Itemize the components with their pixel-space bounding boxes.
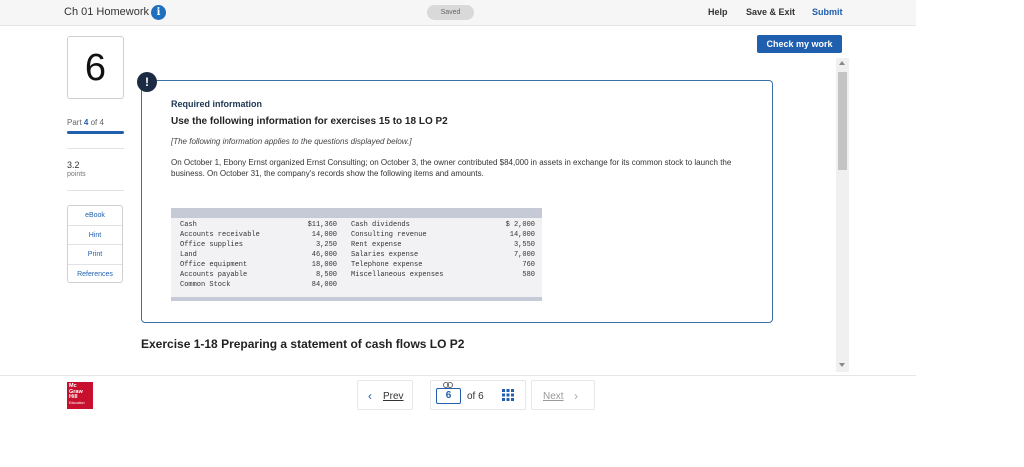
required-info-heading: Required information bbox=[171, 99, 263, 109]
next-label[interactable]: Next bbox=[543, 391, 564, 402]
table-cell: Telephone expense bbox=[351, 261, 423, 269]
table-cell: Land bbox=[180, 251, 197, 259]
table-cell: $ 2,000 bbox=[505, 221, 535, 229]
table-cell: 580 bbox=[522, 271, 535, 279]
table-row: Cash $11,360 Cash dividends $ 2,000 bbox=[171, 220, 542, 230]
sidebar-divider bbox=[67, 190, 124, 191]
check-my-work-button[interactable]: Check my work bbox=[757, 35, 842, 53]
part-progress-bar bbox=[67, 131, 124, 134]
table-cell: Miscellaneous expenses bbox=[351, 271, 444, 279]
part-prefix: Part bbox=[67, 118, 82, 127]
question-number: 6 bbox=[67, 36, 124, 99]
table-row: Office equipment 18,000 Telephone expense 7… bbox=[171, 260, 542, 270]
table-cell: 18,000 bbox=[311, 261, 337, 269]
table-cell: Rent expense bbox=[351, 241, 402, 249]
table-cell: Consulting revenue bbox=[351, 231, 427, 239]
points-label: points bbox=[67, 171, 86, 178]
table-cell: 14,000 bbox=[509, 231, 535, 239]
table-cell: 7,000 bbox=[513, 251, 535, 259]
table-cell: Common Stock bbox=[180, 281, 231, 289]
accounts-table: Cash $11,360 Cash dividends $ 2,000 Accounts… bbox=[171, 208, 542, 301]
table-cell: 14,000 bbox=[311, 231, 337, 239]
resources-panel: eBook Hint Print References bbox=[67, 205, 123, 283]
submit-link[interactable]: Submit bbox=[812, 7, 843, 17]
grid-icon[interactable] bbox=[502, 389, 514, 401]
assignment-title: Ch 01 Homework bbox=[64, 6, 149, 18]
mcgraw-hill-logo: Mc Graw Hill Education bbox=[67, 382, 93, 409]
applies-note: [The following information applies to th… bbox=[171, 137, 412, 146]
part-indicator: Part 4 of 4 bbox=[67, 118, 104, 127]
table-cell: Cash dividends bbox=[351, 221, 410, 229]
scrollbar-thumb[interactable] bbox=[838, 72, 847, 170]
saved-status-badge: Saved bbox=[427, 5, 474, 20]
table-cell: $11,360 bbox=[307, 221, 337, 229]
prev-label[interactable]: Prev bbox=[383, 391, 404, 402]
page-number-input[interactable]: 6 bbox=[436, 388, 461, 404]
chevron-left-icon: ‹ bbox=[368, 389, 372, 403]
logo-sub: Education bbox=[69, 400, 85, 405]
table-cell: Salaries expense bbox=[351, 251, 419, 259]
use-info-heading: Use the following information for exerci… bbox=[171, 116, 448, 127]
ebook-link[interactable]: eBook bbox=[68, 206, 122, 226]
table-cell: Office equipment bbox=[180, 261, 248, 269]
exercise-title: Exercise 1-18 Preparing a statement of c… bbox=[141, 337, 465, 351]
table-cell: Cash bbox=[180, 221, 197, 229]
table-footer-band bbox=[171, 297, 542, 301]
save-exit-link[interactable]: Save & Exit bbox=[746, 7, 795, 17]
hint-link[interactable]: Hint bbox=[68, 226, 122, 245]
table-row: Office supplies 3,250 Rent expense 3,550 bbox=[171, 240, 542, 250]
table-row: Land 46,000 Salaries expense 7,000 bbox=[171, 250, 542, 260]
table-header-band bbox=[171, 208, 542, 218]
part-suffix: of 4 bbox=[90, 118, 104, 127]
alert-icon: ! bbox=[137, 72, 157, 92]
table-cell: 8,500 bbox=[315, 271, 337, 279]
references-link[interactable]: References bbox=[68, 265, 122, 285]
points-value: 3.2 bbox=[67, 160, 80, 170]
chevron-right-icon: › bbox=[574, 389, 578, 403]
table-row: Accounts receivable 14,000 Consulting reve… bbox=[171, 230, 542, 240]
table-cell: Accounts payable bbox=[180, 271, 248, 279]
table-row: Common Stock 84,000 bbox=[171, 280, 542, 290]
scroll-down-icon[interactable] bbox=[839, 363, 845, 367]
required-information-card: Required information Use the following i… bbox=[141, 80, 773, 323]
print-link[interactable]: Print bbox=[68, 245, 122, 265]
problem-text: On October 1, Ebony Ernst organized Erns… bbox=[171, 158, 732, 178]
table-cell: Office supplies bbox=[180, 241, 244, 249]
page-total: of 6 bbox=[467, 391, 484, 402]
table-cell: 46,000 bbox=[311, 251, 337, 259]
scroll-up-icon[interactable] bbox=[839, 61, 845, 65]
table-cell: 84,000 bbox=[311, 281, 337, 289]
table-cell: 3,550 bbox=[513, 241, 535, 249]
help-link[interactable]: Help bbox=[708, 7, 728, 17]
table-cell: Accounts receivable bbox=[180, 231, 260, 239]
table-cell: 3,250 bbox=[315, 241, 337, 249]
table-row: Accounts payable 8,500 Miscellaneous expen… bbox=[171, 270, 542, 280]
table-cell: 760 bbox=[522, 261, 535, 269]
info-icon[interactable]: i bbox=[151, 5, 166, 20]
part-current: 4 bbox=[83, 118, 89, 127]
sidebar-divider bbox=[67, 148, 124, 149]
